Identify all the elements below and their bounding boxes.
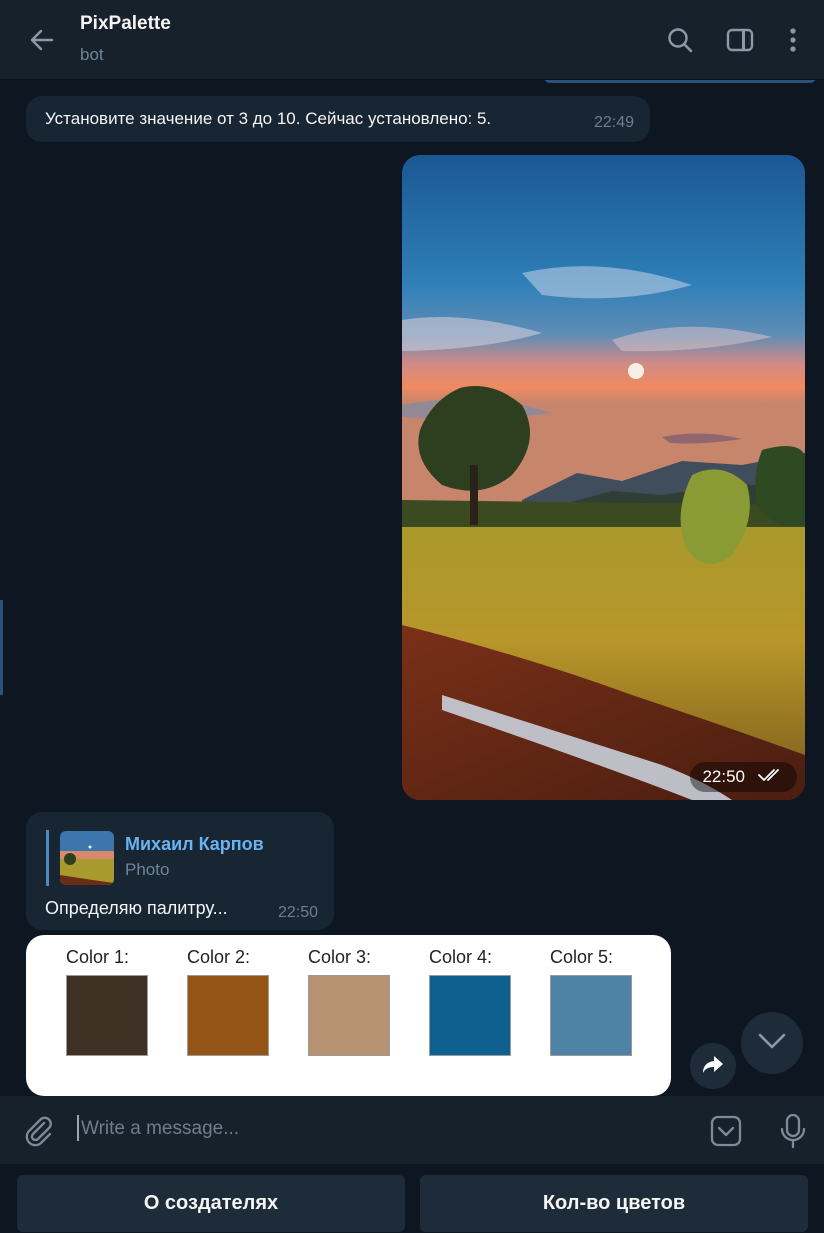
color-square	[187, 975, 269, 1056]
chat-status: bot	[80, 45, 104, 64]
color-label: Color 3:	[308, 947, 372, 967]
search-icon[interactable]	[664, 24, 696, 56]
bot-reply-keyboard: О создателях Кол-во цветов	[0, 1164, 824, 1233]
more-vertical-icon[interactable]	[777, 24, 809, 56]
chat-title[interactable]: PixPalette	[80, 13, 171, 35]
incoming-reply-message[interactable]: Михаил Карпов Photo Определяю палитру...…	[26, 812, 334, 930]
back-arrow-icon[interactable]	[26, 24, 58, 56]
sidebar-toggle-icon[interactable]	[724, 24, 756, 56]
landscape-photo	[402, 155, 805, 800]
forward-arrow-icon	[701, 1053, 725, 1080]
message-list[interactable]: Установите значение от 3 до 10. Сейчас у…	[0, 80, 824, 1096]
message-time: 22:49	[593, 114, 634, 131]
scroll-down-button[interactable]	[741, 1012, 803, 1074]
unread-indicator	[0, 600, 3, 695]
message-time: 22:50	[277, 904, 318, 921]
color-square	[308, 975, 390, 1056]
reply-thumbnail	[60, 831, 114, 885]
reply-author: Михаил Карпов	[125, 834, 264, 854]
photo-message[interactable]: 22:50	[402, 155, 805, 800]
message-composer	[0, 1096, 824, 1164]
color-label: Color 2:	[187, 947, 251, 967]
double-check-icon	[757, 767, 785, 788]
message-input[interactable]	[81, 1114, 681, 1144]
color-swatch-1: Color 1:	[66, 947, 148, 1056]
color-label: Color 1:	[66, 947, 130, 967]
chevron-down-icon	[757, 1032, 787, 1055]
color-swatch-5: Color 5:	[550, 947, 632, 1056]
message-text: Определяю палитру...	[45, 898, 228, 918]
paperclip-icon[interactable]	[22, 1114, 56, 1148]
incoming-message[interactable]: Установите значение от 3 до 10. Сейчас у…	[26, 96, 650, 142]
photo-time-badge: 22:50	[690, 762, 797, 792]
palette-image-message[interactable]: Color 1: Color 2: Color 3: Color 4: Colo…	[26, 935, 671, 1096]
message-time: 22:50	[702, 767, 745, 786]
message-text: Установите значение от 3 до 10. Сейчас у…	[45, 109, 492, 128]
color-swatch-2: Color 2:	[187, 947, 269, 1056]
color-swatch-3: Color 3:	[308, 947, 390, 1056]
color-label: Color 4:	[429, 947, 493, 967]
forward-button[interactable]	[690, 1043, 736, 1089]
bot-keyboard-icon[interactable]	[709, 1114, 743, 1148]
color-square	[550, 975, 632, 1056]
about-creators-button[interactable]: О создателях	[17, 1175, 405, 1232]
previous-outgoing-bubble	[544, 80, 816, 83]
color-square	[66, 975, 148, 1056]
reply-quote[interactable]: Михаил Карпов Photo	[46, 830, 316, 886]
color-count-button[interactable]: Кол-во цветов	[420, 1175, 808, 1232]
color-label: Color 5:	[550, 947, 614, 967]
chat-header: PixPalette bot	[0, 0, 824, 80]
microphone-icon[interactable]	[776, 1112, 810, 1150]
reply-media-type: Photo	[125, 860, 170, 879]
text-cursor	[77, 1115, 79, 1141]
color-square	[429, 975, 511, 1056]
color-swatch-4: Color 4:	[429, 947, 511, 1056]
